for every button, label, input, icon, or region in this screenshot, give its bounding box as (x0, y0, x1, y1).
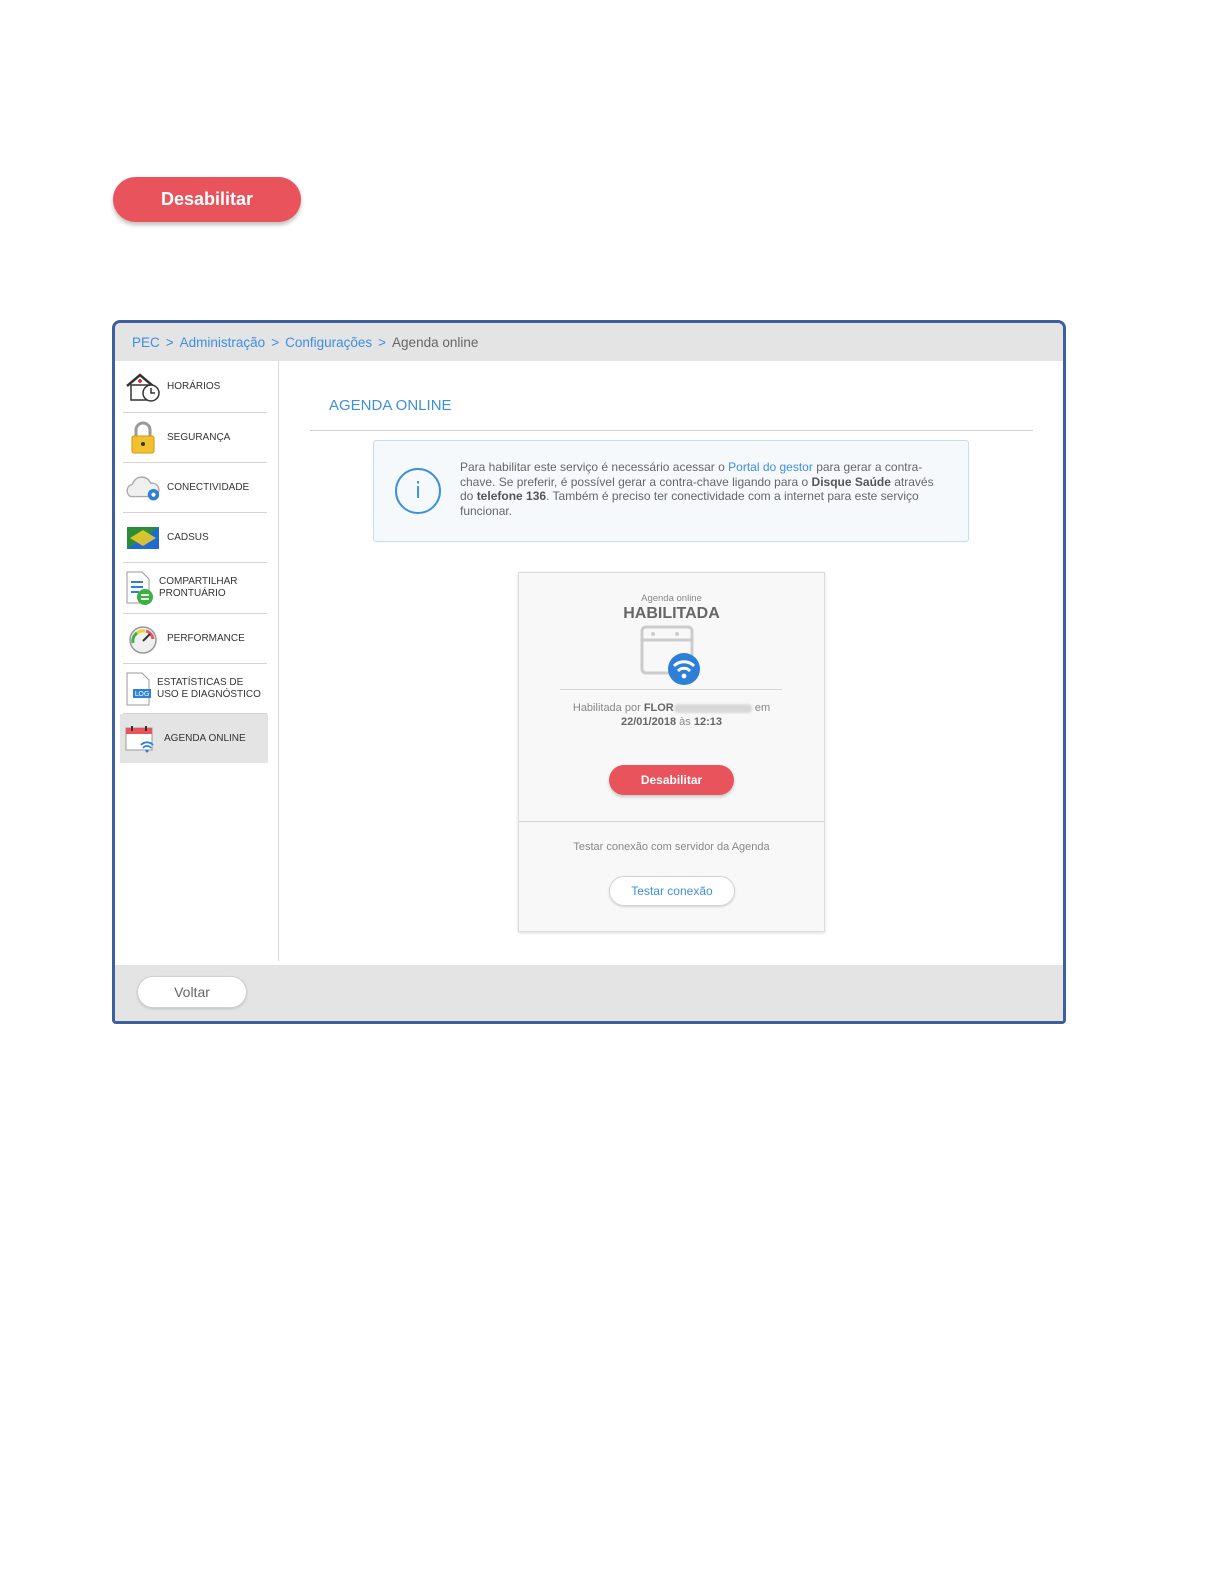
info-text: Para habilitar este serviço é necessário… (460, 460, 934, 518)
enabled-by-text: Habilitada por FLOR em 22/01/2018 às 12:… (572, 702, 771, 728)
back-button[interactable]: Voltar (137, 976, 247, 1008)
sidebar-item-label: CADSUS (167, 531, 209, 543)
breadcrumb-separator: > (378, 334, 387, 350)
log-file-icon: LOG (123, 671, 153, 707)
redacted-name (673, 703, 752, 713)
browser-wifi-icon (639, 624, 705, 691)
disable-button-large[interactable]: Desabilitar (113, 177, 301, 222)
sidebar-item-seguranca[interactable]: SEGURANÇA (123, 413, 267, 463)
sidebar-item-label: PERFORMANCE (167, 632, 245, 644)
cloud-gear-icon (123, 473, 163, 503)
svg-text:LOG: LOG (135, 690, 150, 698)
footer-bar: Voltar (115, 965, 1063, 1021)
status-card-label: Agenda online (641, 593, 702, 604)
cadsus-card-icon (123, 526, 163, 550)
info-box: i Para habilitar este serviço é necessár… (373, 440, 969, 542)
sidebar-item-performance[interactable]: PERFORMANCE (123, 614, 267, 664)
card-divider (560, 689, 782, 690)
title-divider (310, 430, 1033, 431)
portal-gestor-link[interactable]: Portal do gestor (728, 460, 813, 474)
padlock-icon (123, 421, 163, 455)
sidebar-item-compartilhar-prontuario[interactable]: COMPARTILHAR PRONTUÁRIO (123, 563, 267, 614)
breadcrumb-configuracoes[interactable]: Configurações (285, 335, 372, 350)
status-card: Agenda online HABILITADA Habilitada por … (518, 572, 825, 932)
sidebar: HORÁRIOS SEGURANÇA CONECTIVIDADE CADSUS … (115, 361, 279, 961)
sidebar-item-label: CONECTIVIDADE (167, 481, 250, 493)
gauge-icon (123, 624, 163, 654)
sidebar-item-cadsus[interactable]: CADSUS (123, 513, 267, 563)
app-window: PEC > Administração > Configurações > Ag… (112, 320, 1066, 1024)
breadcrumb: PEC > Administração > Configurações > Ag… (115, 323, 1063, 361)
breadcrumb-separator: > (271, 334, 280, 350)
card-section-divider (519, 821, 824, 822)
calendar-wifi-icon (120, 724, 160, 754)
sidebar-item-agenda-online[interactable]: AGENDA ONLINE (120, 714, 268, 763)
sidebar-item-label: ESTATÍSTICAS DE USO E DIAGNÓSTICO (157, 676, 261, 700)
document-share-icon (123, 570, 155, 606)
breadcrumb-current: Agenda online (392, 334, 479, 350)
house-clock-icon (123, 371, 163, 403)
breadcrumb-separator: > (165, 334, 174, 350)
sidebar-item-label: SEGURANÇA (167, 431, 231, 443)
sidebar-item-label: HORÁRIOS (167, 380, 221, 392)
disable-button[interactable]: Desabilitar (609, 765, 734, 795)
test-connection-label: Testar conexão com servidor da Agenda (573, 841, 770, 853)
sidebar-item-horarios[interactable]: HORÁRIOS (123, 361, 267, 413)
breadcrumb-pec[interactable]: PEC (132, 335, 160, 350)
test-connection-button[interactable]: Testar conexão (609, 876, 735, 906)
sidebar-item-conectividade[interactable]: CONECTIVIDADE (123, 463, 267, 513)
sidebar-item-estatisticas[interactable]: LOG ESTATÍSTICAS DE USO E DIAGNÓSTICO (123, 664, 267, 714)
sidebar-item-label: COMPARTILHAR PRONTUÁRIO (159, 576, 238, 599)
page-title: AGENDA ONLINE (329, 397, 452, 414)
status-badge: HABILITADA (623, 605, 720, 622)
breadcrumb-administracao[interactable]: Administração (180, 335, 266, 350)
sidebar-item-label: AGENDA ONLINE (164, 732, 246, 744)
info-icon: i (395, 468, 441, 514)
